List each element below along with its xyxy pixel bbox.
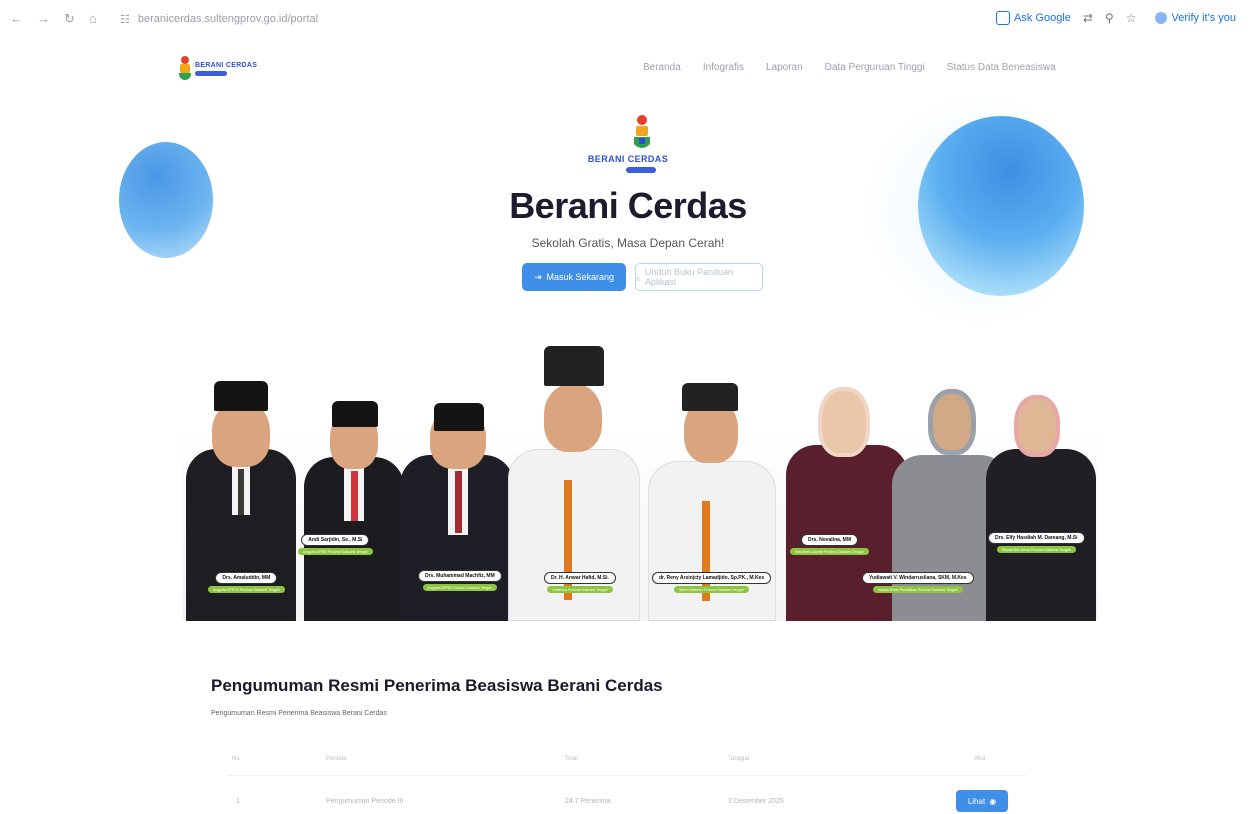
menu-item-data-perguruan-tinggi[interactable]: Data Perguruan Tinggi [825,62,925,73]
logo-brand-text: BERANI CERDAS [195,62,258,69]
eye-icon: ◉ [989,796,997,806]
browser-actions: Ask Google ⇄ ⚲ ☆ Verify it's you [996,10,1242,26]
official-role-8: Kepala Biro Kesra Provinsi Sulawesi Teng… [996,546,1076,553]
hero-brand-text: BERANI CERDAS [587,154,669,164]
row-tanggal: 3 Desember 2025 [728,798,784,805]
url-text: beranicerdas.sultengprov.go.id/portal [137,13,319,25]
official-role-7: Kepala Dinas Pendidikan Provinsi Sulawes… [872,586,963,593]
announcement-title: Pengumuman Resmi Penerima Beasiswa Beran… [211,676,663,695]
column-header-tanggal: Tanggal [728,756,750,762]
official-role-5: Wakil Gubernur Provinsi Sulawesi Tengah [674,586,750,593]
official-label-8: Drs. Elfy Hasdiah M. Dareang, M.Si Kepal… [988,532,1085,553]
official-role-3: Anggota DPRD Provinsi Sulawesi Tengah [422,584,498,591]
profile-icon [1154,12,1167,24]
official-label-3: Drs. Muhammad Machfiz, MM Anggota DPRD P… [418,570,502,591]
browser-nav: ← → ↻ ⌂ [0,11,120,27]
ask-google-button[interactable]: Ask Google [996,11,1071,25]
official-role-1: Anggota DPR RI Provinsi Sulawesi Tengah [208,586,285,593]
lens-icon [996,11,1011,25]
site-info-icon[interactable]: ☷ [120,13,130,26]
officials-banner: Drs. Amaluddin, MM Anggota DPR RI Provin… [182,340,1098,621]
official-photo-8 [982,373,1098,621]
official-name-3: Drs. Muhammad Machfiz, MM [418,570,502,582]
official-photo-2 [302,381,406,621]
official-name-1: Drs. Amaluddin, MM [215,572,278,584]
table-divider [226,775,1026,776]
official-label-7: Yudiawati V. Windarrusliana, SKM, M.Kes … [862,572,974,593]
verify-profile-button[interactable]: Verify it's you [1149,10,1242,26]
main-menu: Beranda Infografis Laporan Data Pergurua… [643,62,1056,73]
login-button[interactable]: ⇥ Masuk Sekarang [522,263,626,291]
column-header-periode: Periode [326,756,347,762]
column-header-no: No [232,756,240,762]
bookmark-star-icon[interactable]: ☆ [1126,11,1137,25]
row-no: 1 [236,798,240,805]
login-button-label: Masuk Sekarang [546,272,615,282]
download-guide-button[interactable]: ⤓ Unduh Buku Panduan Aplikasi [635,263,763,291]
column-header-aksi: Aksi [974,756,986,762]
hero-title: Berani Cerdas [509,185,747,226]
login-icon: ⇥ [533,271,542,282]
official-name-4: Dr. H. Anwar Hafid, M.Si. [544,572,616,584]
site-logo[interactable]: BERANI CERDAS [178,56,257,84]
menu-item-infografis[interactable]: Infografis [703,62,744,73]
forward-icon[interactable]: → [37,11,50,27]
official-role-6: Sekretaris Daerah Provinsi Sulawesi Teng… [790,548,869,555]
home-icon[interactable]: ⌂ [89,11,97,27]
official-label-4: Dr. H. Anwar Hafid, M.Si. Gubernur Provi… [544,572,616,593]
ask-google-label: Ask Google [1014,12,1071,24]
official-label-5: dr. Reny Arsinjcty Lamadjido, Sp.PK., M.… [652,572,772,593]
download-icon: ⤓ [636,271,640,282]
zoom-icon[interactable]: ⚲ [1105,11,1114,25]
emblem-icon [178,56,192,84]
logo-pill [195,71,227,76]
menu-item-laporan[interactable]: Laporan [766,62,803,73]
column-header-total: Total [565,756,578,762]
translate-icon[interactable]: ⇄ [1083,11,1093,25]
official-label-6: Drs. Novalina, MM Sekretaris Daerah Prov… [790,534,869,555]
official-name-6: Drs. Novalina, MM [800,534,859,546]
site-header: BERANI CERDAS Beranda Infografis Laporan… [0,52,1256,92]
official-role-4: Gubernur Provinsi Sulawesi Tengah [547,586,613,593]
announcement-subtitle: Pengumuman Resmi Penerima Beasiswa Beran… [211,710,387,717]
official-name-5: dr. Reny Arsinjcty Lamadjido, Sp.PK., M.… [652,572,772,584]
hero-brand-pill [626,167,656,173]
row-periode: Pengumuman Periode III [326,798,404,805]
official-label-1: Drs. Amaluddin, MM Anggota DPR RI Provin… [208,572,285,593]
view-button-label: Lihat [967,796,986,806]
official-name-7: Yudiawati V. Windarrusliana, SKM, M.Kes [862,572,974,584]
official-role-2: Anggota DPRD Provinsi Sulawesi Tengah [298,548,373,555]
official-name-8: Drs. Elfy Hasdiah M. Dareang, M.Si [988,532,1085,544]
address-bar[interactable]: ☷ beranicerdas.sultengprov.go.id/portal [120,13,820,26]
official-label-2: Andi Sarjidin, Se., M.Si Anggota DPRD Pr… [298,534,373,555]
menu-item-beranda[interactable]: Beranda [643,62,681,73]
official-name-2: Andi Sarjidin, Se., M.Si [301,534,370,546]
menu-item-status-data[interactable]: Status Data Beneasiswa [947,62,1056,73]
verify-label: Verify it's you [1171,12,1236,24]
reload-icon[interactable]: ↻ [64,11,75,27]
hero-subtitle: Sekolah Gratis, Masa Depan Cerah! [531,236,725,250]
back-icon[interactable]: ← [10,11,23,27]
hero-emblem-icon [628,114,656,154]
view-announcement-button[interactable]: Lihat ◉ [956,790,1008,812]
browser-toolbar: ← → ↻ ⌂ ☷ beranicerdas.sultengprov.go.id… [0,0,1256,38]
row-total: 24.7 Penerima [565,798,611,805]
download-guide-label: Unduh Buku Panduan Aplikasi [644,267,734,287]
